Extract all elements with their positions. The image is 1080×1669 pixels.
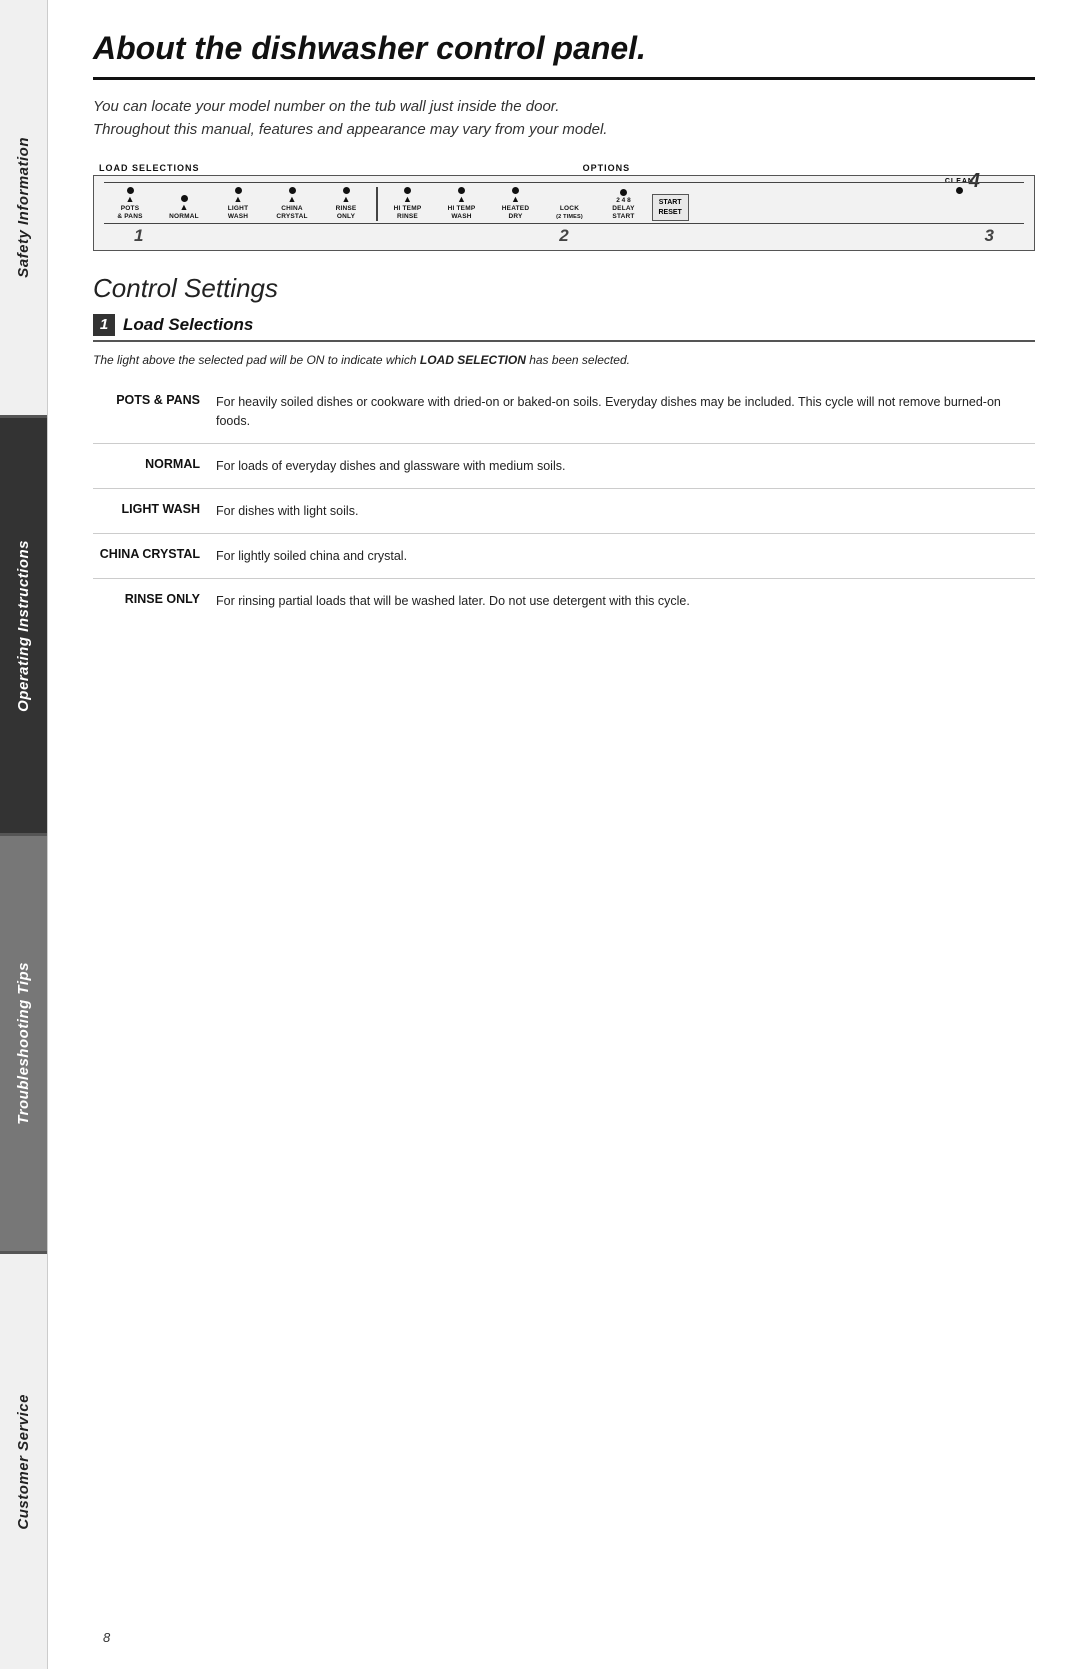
feature-row-rinse-only: RINSE ONLY For rinsing partial loads tha… <box>93 579 1035 623</box>
feature-name-light-wash: LIGHT WASH <box>93 495 208 523</box>
feature-name-normal: NORMAL <box>93 450 208 478</box>
diagram-number-2: 2 <box>559 226 568 246</box>
feature-row-normal: NORMAL For loads of everyday dishes and … <box>93 444 1035 489</box>
sidebar-section-safety: Safety Information <box>0 0 47 418</box>
btn-hi-temp-rinse: ▲ HI TEMPRINSE <box>382 187 434 221</box>
group-divider-1 <box>376 187 378 221</box>
feature-desc-rinse-only: For rinsing partial loads that will be w… <box>208 585 1035 617</box>
sidebar: Safety Information Operating Instruction… <box>0 0 48 1669</box>
sidebar-label-troubleshooting: Troubleshooting Tips <box>15 962 32 1125</box>
sidebar-section-customer: Customer Service <box>0 1254 47 1669</box>
feature-row-light-wash: LIGHT WASH For dishes with light soils. <box>93 489 1035 534</box>
diagram-numbers-row: 1 2 3 <box>104 224 1024 246</box>
subtitle-line2: Throughout this manual, features and app… <box>93 121 607 138</box>
page-number: 8 <box>103 1630 110 1645</box>
feature-name-rinse-only: RINSE ONLY <box>93 585 208 613</box>
subtitle-line1: You can locate your model number on the … <box>93 98 559 115</box>
sidebar-label-safety: Safety Information <box>15 137 32 278</box>
subtitle: You can locate your model number on the … <box>93 96 1035 141</box>
load-selections-label: LOAD SELECTIONS <box>99 163 583 173</box>
btn-delay-start: 2 4 8 DELAYSTART <box>598 189 650 221</box>
btn-start-reset[interactable]: STARTRESET <box>652 194 689 220</box>
btn-indicator-pots <box>127 187 134 194</box>
feature-desc-china-crystal: For lightly soiled china and crystal. <box>208 540 1035 572</box>
panel-inner: CLEAN 4 ▲ POTS& PANS ▲ NORMAL ▲ <box>93 175 1035 251</box>
subsection-number: 1 <box>93 314 115 336</box>
start-reset-label: STARTRESET <box>659 198 682 216</box>
buttons-container: ▲ POTS& PANS ▲ NORMAL ▲ LIGHTWASH ▲ CHIN… <box>104 182 1024 224</box>
btn-indicator-delay <box>620 189 627 196</box>
btn-indicator-normal <box>181 195 188 202</box>
diagram-number-1: 1 <box>134 226 143 246</box>
btn-indicator-hi-temp-wash <box>458 187 465 194</box>
btn-light-wash: ▲ LIGHTWASH <box>212 187 264 221</box>
options-label: OPTIONS <box>583 163 1029 173</box>
sidebar-label-operating: Operating Instructions <box>15 540 32 712</box>
btn-indicator-rinse <box>343 187 350 194</box>
btn-china-crystal: ▲ CHINACRYSTAL <box>266 187 318 221</box>
feature-name-pots-pans: POTS & PANS <box>93 386 208 414</box>
btn-indicator-light-wash <box>235 187 242 194</box>
feature-name-china-crystal: CHINA CRYSTAL <box>93 540 208 568</box>
sidebar-section-troubleshooting: Troubleshooting Tips <box>0 836 47 1254</box>
btn-hi-temp-wash: ▲ HI TEMPWASH <box>436 187 488 221</box>
btn-indicator-hi-temp-rinse <box>404 187 411 194</box>
control-settings-title: Control Settings <box>93 273 1035 304</box>
instruction-note: The light above the selected pad will be… <box>93 352 1035 369</box>
feature-row-pots-pans: POTS & PANS For heavily soiled dishes or… <box>93 380 1035 443</box>
load-selections-header: 1 Load Selections <box>93 314 1035 342</box>
subsection-title: Load Selections <box>123 315 253 335</box>
features-list: POTS & PANS For heavily soiled dishes or… <box>93 380 1035 623</box>
sidebar-section-operating: Operating Instructions <box>0 418 47 836</box>
main-content: About the dishwasher control panel. You … <box>48 0 1080 1669</box>
btn-pots-pans: ▲ POTS& PANS <box>104 187 156 221</box>
sidebar-label-customer: Customer Service <box>15 1394 32 1530</box>
diagram-number-3: 3 <box>985 226 994 246</box>
panel-top-labels: LOAD SELECTIONS OPTIONS <box>93 163 1035 173</box>
control-panel-diagram: LOAD SELECTIONS OPTIONS CLEAN 4 ▲ POTS& … <box>93 163 1035 251</box>
btn-normal: ▲ NORMAL <box>158 195 210 221</box>
feature-desc-light-wash: For dishes with light soils. <box>208 495 1035 527</box>
btn-rinse-only: ▲ RINSEONLY <box>320 187 372 221</box>
btn-heated-dry: ▲ HEATEDDRY <box>490 187 542 221</box>
page-title: About the dishwasher control panel. <box>93 30 1035 80</box>
btn-indicator-heated-dry <box>512 187 519 194</box>
btn-indicator-china <box>289 187 296 194</box>
feature-row-china-crystal: CHINA CRYSTAL For lightly soiled china a… <box>93 534 1035 579</box>
feature-desc-pots-pans: For heavily soiled dishes or cookware wi… <box>208 386 1035 436</box>
feature-desc-normal: For loads of everyday dishes and glasswa… <box>208 450 1035 482</box>
btn-lock: LOCK(2 TIMES) <box>544 205 596 221</box>
